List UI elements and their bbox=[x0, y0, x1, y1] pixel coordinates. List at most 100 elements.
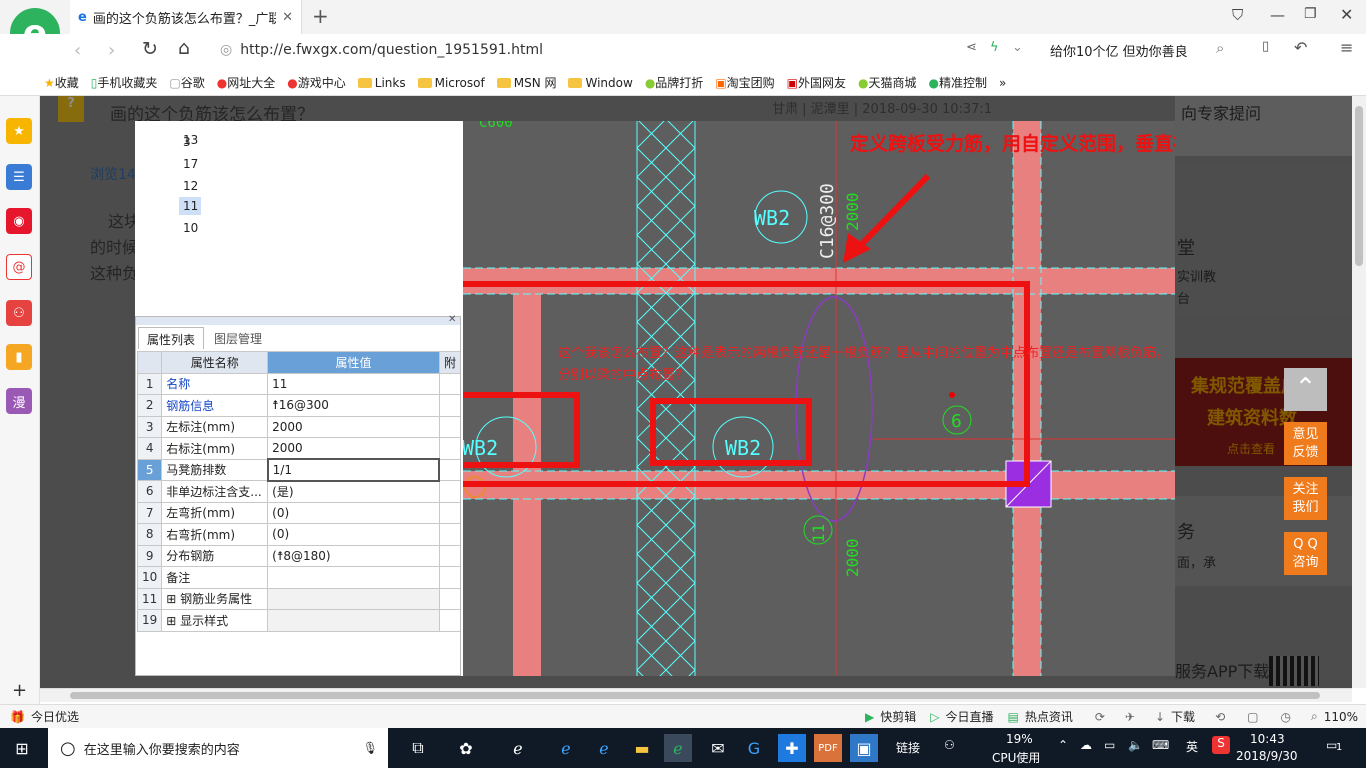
network-icon[interactable]: ▭ bbox=[1104, 738, 1115, 752]
table-row[interactable]: 4 右标注(mm) 2000 bbox=[136, 437, 460, 460]
game-icon[interactable]: ⚇ bbox=[6, 300, 32, 326]
zoom-level[interactable]: 110% bbox=[1324, 710, 1358, 724]
status-download[interactable]: 下载 bbox=[1171, 708, 1195, 725]
table-row-selected[interactable]: 5 马凳筋排数 1/1 bbox=[136, 458, 460, 482]
table-cell[interactable]: 11 bbox=[267, 372, 440, 395]
active-tab[interactable]: e 画的这个负筋该怎么布置？_广联 ✕ bbox=[70, 0, 302, 34]
windows-start-icon[interactable]: ⊞ bbox=[8, 734, 36, 762]
clock-date[interactable]: 2018/9/30 bbox=[1236, 749, 1298, 763]
table-cell[interactable] bbox=[267, 566, 440, 589]
bookmark-google[interactable]: ▢谷歌 bbox=[169, 74, 204, 91]
mail-icon[interactable]: @ bbox=[6, 254, 32, 280]
bookmark-mobile[interactable]: ▯手机收藏夹 bbox=[91, 74, 158, 91]
table-cell[interactable]: (0) bbox=[267, 501, 440, 524]
minimize-icon[interactable]: — bbox=[1270, 6, 1285, 24]
keyboard-icon[interactable]: ⌨ bbox=[1152, 738, 1169, 752]
refresh-icon[interactable]: ↻ bbox=[142, 38, 158, 60]
people-icon[interactable]: ⚇ bbox=[944, 738, 955, 752]
comic-icon[interactable]: 漫 bbox=[6, 388, 32, 414]
share-icon[interactable]: ⋖ bbox=[966, 40, 977, 55]
zoom-icon[interactable]: ⌕ bbox=[1311, 709, 1318, 724]
pdf-app-icon[interactable]: PDF bbox=[814, 734, 842, 762]
bookmark-msn[interactable]: MSN 网 bbox=[496, 74, 556, 91]
plus-app-icon[interactable]: ✚ bbox=[778, 734, 806, 762]
bookmark-precise[interactable]: ●精准控制 bbox=[929, 74, 988, 91]
tree-item[interactable]: 3 bbox=[183, 135, 191, 149]
speed-icon[interactable]: ⟳ bbox=[1095, 710, 1105, 724]
taskbar-search[interactable]: ○ 在这里输入你要搜索的内容 🎙 bbox=[48, 728, 388, 768]
status-clip[interactable]: 快剪辑 bbox=[880, 708, 916, 725]
cloud-icon[interactable]: ☁ bbox=[1080, 738, 1092, 752]
tree-item[interactable]: 17 bbox=[183, 157, 198, 171]
bookmark-favorites[interactable]: ★收藏 bbox=[44, 74, 79, 91]
table-row[interactable]: 19 ⊞ 显示样式 bbox=[136, 609, 460, 632]
shirt-icon[interactable]: ⛉ bbox=[1232, 6, 1243, 24]
browser-task-icon[interactable]: ℯ bbox=[664, 734, 692, 762]
url-text[interactable]: http://e.fwxgx.com/question_1951591.html bbox=[240, 42, 543, 58]
bookmark-brand[interactable]: ●品牌打折 bbox=[645, 74, 704, 91]
table-cell[interactable]: ☨16@300 bbox=[267, 394, 440, 417]
ie-icon[interactable]: ℯ bbox=[504, 734, 532, 762]
tree-item[interactable]: 10 bbox=[183, 221, 198, 235]
tree-item-selected[interactable]: 11 bbox=[183, 199, 198, 213]
news-icon[interactable]: ☰ bbox=[6, 164, 32, 190]
table-row[interactable]: 1 名称 11 bbox=[136, 372, 460, 395]
table-cell[interactable]: (是) bbox=[267, 480, 440, 503]
feedback-button[interactable]: 意见 反馈 bbox=[1284, 422, 1327, 465]
ie-blue-icon[interactable]: ℯ bbox=[590, 734, 618, 762]
recycle-icon[interactable]: ⟲ bbox=[1215, 710, 1225, 724]
image-app-icon[interactable]: ▣ bbox=[850, 734, 878, 762]
window-icon[interactable]: ▢ bbox=[1247, 710, 1258, 724]
bookmark-windows[interactable]: Window bbox=[568, 76, 633, 90]
task-view-icon[interactable]: ⧉ bbox=[404, 734, 432, 762]
clock-icon[interactable]: ◷ bbox=[1280, 710, 1290, 724]
table-row[interactable]: 6 非单边标注含支... (是) bbox=[136, 480, 460, 503]
table-row[interactable]: 7 左弯折(mm) (0) bbox=[136, 501, 460, 524]
status-live[interactable]: 今日直播 bbox=[945, 708, 993, 725]
search-icon[interactable]: ⌕ bbox=[1216, 39, 1224, 57]
bookmark-microsoft[interactable]: Microsof bbox=[417, 76, 485, 90]
app-fan-icon[interactable]: ✿ bbox=[452, 734, 480, 762]
qq-button[interactable]: Q Q 咨询 bbox=[1284, 532, 1327, 575]
sogou-icon[interactable]: S bbox=[1212, 736, 1230, 754]
explorer-icon[interactable]: ▬ bbox=[628, 734, 656, 762]
chevron-up-icon[interactable]: ⌃ bbox=[1058, 738, 1068, 752]
table-cell[interactable]: (☨8@180) bbox=[267, 544, 440, 567]
table-cell[interactable]: (0) bbox=[267, 523, 440, 546]
weibo-icon[interactable]: ◉ bbox=[6, 208, 32, 234]
close-tab-icon[interactable]: ✕ bbox=[282, 10, 293, 25]
table-row[interactable]: 8 右弯折(mm) (0) bbox=[136, 523, 460, 546]
lightning-icon[interactable]: ϟ bbox=[990, 40, 999, 55]
back-icon[interactable]: ‹ bbox=[74, 40, 81, 61]
pin-icon[interactable]: ✈ bbox=[1125, 710, 1135, 724]
close-window-icon[interactable]: ✕ bbox=[1340, 5, 1353, 24]
tab-layers[interactable]: 图层管理 bbox=[206, 327, 270, 349]
phone-icon[interactable]: ▯ bbox=[1262, 39, 1269, 54]
table-cell[interactable]: ⊞ 显示样式 bbox=[161, 609, 269, 632]
undo-icon[interactable]: ↶ bbox=[1294, 38, 1307, 57]
tab-properties[interactable]: 属性列表 bbox=[138, 327, 205, 349]
table-row[interactable]: 10 备注 bbox=[136, 566, 460, 589]
search-hint[interactable]: 给你10个亿 但劝你善良 bbox=[1050, 41, 1188, 60]
table-cell[interactable]: ⊞ 钢筋业务属性 bbox=[161, 587, 269, 610]
table-row[interactable]: 9 分布钢筋 (☨8@180) bbox=[136, 544, 460, 567]
back-to-top-button[interactable]: ⌃ bbox=[1284, 368, 1327, 411]
add-icon[interactable]: + bbox=[12, 680, 27, 701]
bookmark-tmall[interactable]: ●天猫商城 bbox=[858, 74, 917, 91]
status-news[interactable]: 热点资讯 bbox=[1025, 708, 1073, 725]
novel-icon[interactable]: ▮ bbox=[6, 344, 32, 370]
today-picks[interactable]: 今日优选 bbox=[31, 708, 79, 725]
bookmark-taobao[interactable]: ▣淘宝团购 bbox=[715, 74, 774, 91]
mic-icon[interactable]: 🎙 bbox=[363, 741, 378, 755]
bookmark-links[interactable]: Links bbox=[357, 76, 406, 90]
restore-icon[interactable]: ❐ bbox=[1304, 6, 1317, 22]
bookmark-sites[interactable]: ●网址大全 bbox=[217, 74, 276, 91]
bookmark-games[interactable]: ●游戏中心 bbox=[287, 74, 346, 91]
table-row[interactable]: 2 钢筋信息 ☨16@300 bbox=[136, 394, 460, 417]
url-box[interactable]: ◎ http://e.fwxgx.com/question_1951591.ht… bbox=[220, 38, 1040, 62]
home-icon[interactable]: ⌂ bbox=[178, 37, 190, 59]
table-cell[interactable]: 1/1 bbox=[266, 458, 441, 482]
forward-icon[interactable]: › bbox=[108, 40, 115, 61]
g-app-icon[interactable]: G bbox=[740, 734, 768, 762]
clock-time[interactable]: 10:43 bbox=[1250, 732, 1285, 746]
